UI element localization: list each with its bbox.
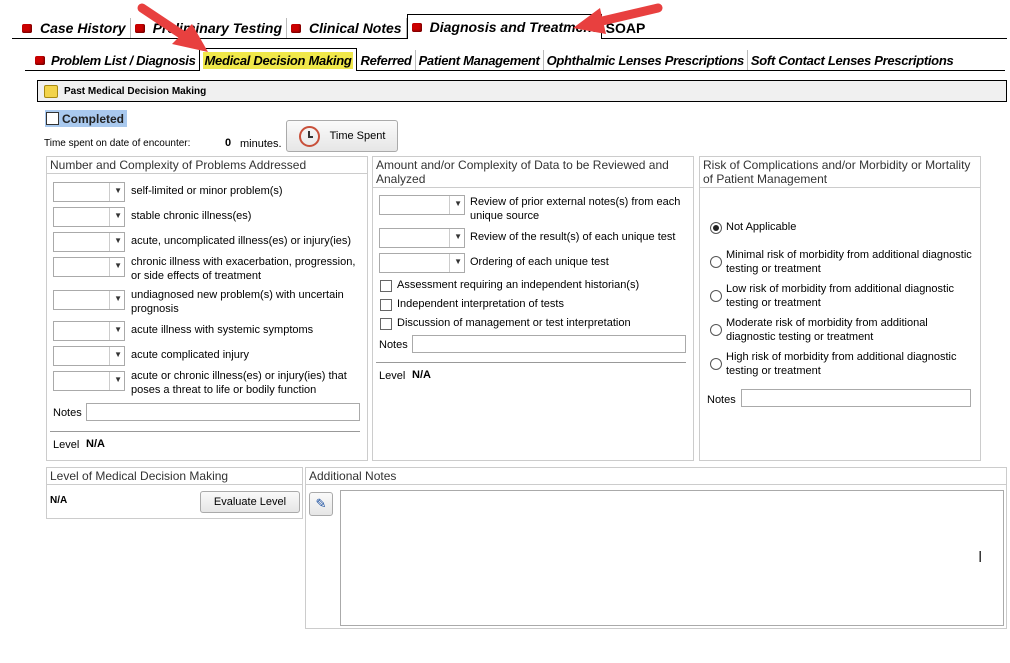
divider [50,431,360,432]
risk-radio[interactable] [710,358,722,370]
problem-label: self-limited or minor problem(s) [131,185,283,197]
past-mdm-header[interactable]: Past Medical Decision Making [37,80,1007,102]
problem-label: acute complicated injury [131,349,250,361]
evaluate-level-button[interactable]: Evaluate Level [200,491,300,513]
level-label: Level [379,370,406,382]
data-check-label: Discussion of management or test interpr… [397,317,631,329]
problem-label: chronic illness with exacerbation, progr… [131,256,356,282]
divider [376,362,686,363]
data-label: Ordering of each unique test [470,256,609,268]
risk-radio[interactable] [710,256,722,268]
problem-label: stable chronic illness(es) [131,210,252,222]
additional-notes-textarea[interactable] [340,490,1004,626]
problem-count-select[interactable] [53,321,125,341]
risk-option-label: Low risk of morbidity from additional di… [726,283,955,309]
risk-option-label: Not Applicable [726,221,797,233]
data-checkbox[interactable] [380,299,392,311]
level-value: N/A [86,438,105,450]
data-check-label: Assessment requiring an independent hist… [397,279,640,291]
data-count-select[interactable] [379,253,465,273]
data-label: Review of the result(s) of each unique t… [470,231,676,243]
data-check-label: Independent interpretation of tests [397,298,564,310]
folder-icon [44,84,58,98]
data-checkbox[interactable] [380,280,392,292]
risk-radio[interactable] [710,222,722,234]
annotation-arrows [137,3,663,52]
data-label: Review of prior external notes(s) from e… [470,196,681,222]
data-count-select[interactable] [379,195,465,215]
risk-notes-input[interactable] [741,389,971,407]
risk-radio[interactable] [710,324,722,336]
pen-icon: ✎ [315,496,327,511]
notes-label: Notes [53,407,82,419]
problem-count-select[interactable] [53,257,125,277]
red-arrow-icon [573,3,663,34]
problem-label: acute, uncomplicated illness(es) or inju… [131,235,352,247]
data-notes-input[interactable] [412,335,686,353]
level-value: N/A [412,369,431,381]
risk-option-label: High risk of morbidity from additional d… [726,351,957,377]
problem-label: acute or chronic illness(es) or injury(i… [131,370,347,396]
notes-label: Notes [707,394,736,406]
problem-count-select[interactable] [53,290,125,310]
level-label: Level [53,439,80,451]
risk-option-label: Minimal risk of morbidity from additiona… [726,249,972,275]
risk-option-label: Moderate risk of morbidity from addition… [726,317,928,343]
data-count-select[interactable] [379,228,465,248]
risk-radio[interactable] [710,290,722,302]
edit-pen-button[interactable]: ✎ [309,492,333,516]
red-arrow-icon [137,3,208,52]
text-cursor-icon: I [978,549,983,566]
completed-checkbox[interactable]: Completed [45,110,128,127]
problem-count-select[interactable] [53,232,125,252]
checkbox-icon [46,112,59,125]
problem-label: acute illness with systemic symptoms [131,324,314,336]
time-spent-button[interactable]: Time Spent [286,120,398,152]
data-checkbox[interactable] [380,318,392,330]
problem-count-select[interactable] [53,371,125,391]
problem-label: undiagnosed new problem(s) with uncertai… [131,289,344,315]
problems-notes-input[interactable] [86,403,360,421]
notes-label: Notes [379,339,408,351]
problem-count-select[interactable] [53,346,125,366]
problem-count-select[interactable] [53,207,125,227]
problem-count-select[interactable] [53,182,125,202]
clock-icon [298,125,320,147]
